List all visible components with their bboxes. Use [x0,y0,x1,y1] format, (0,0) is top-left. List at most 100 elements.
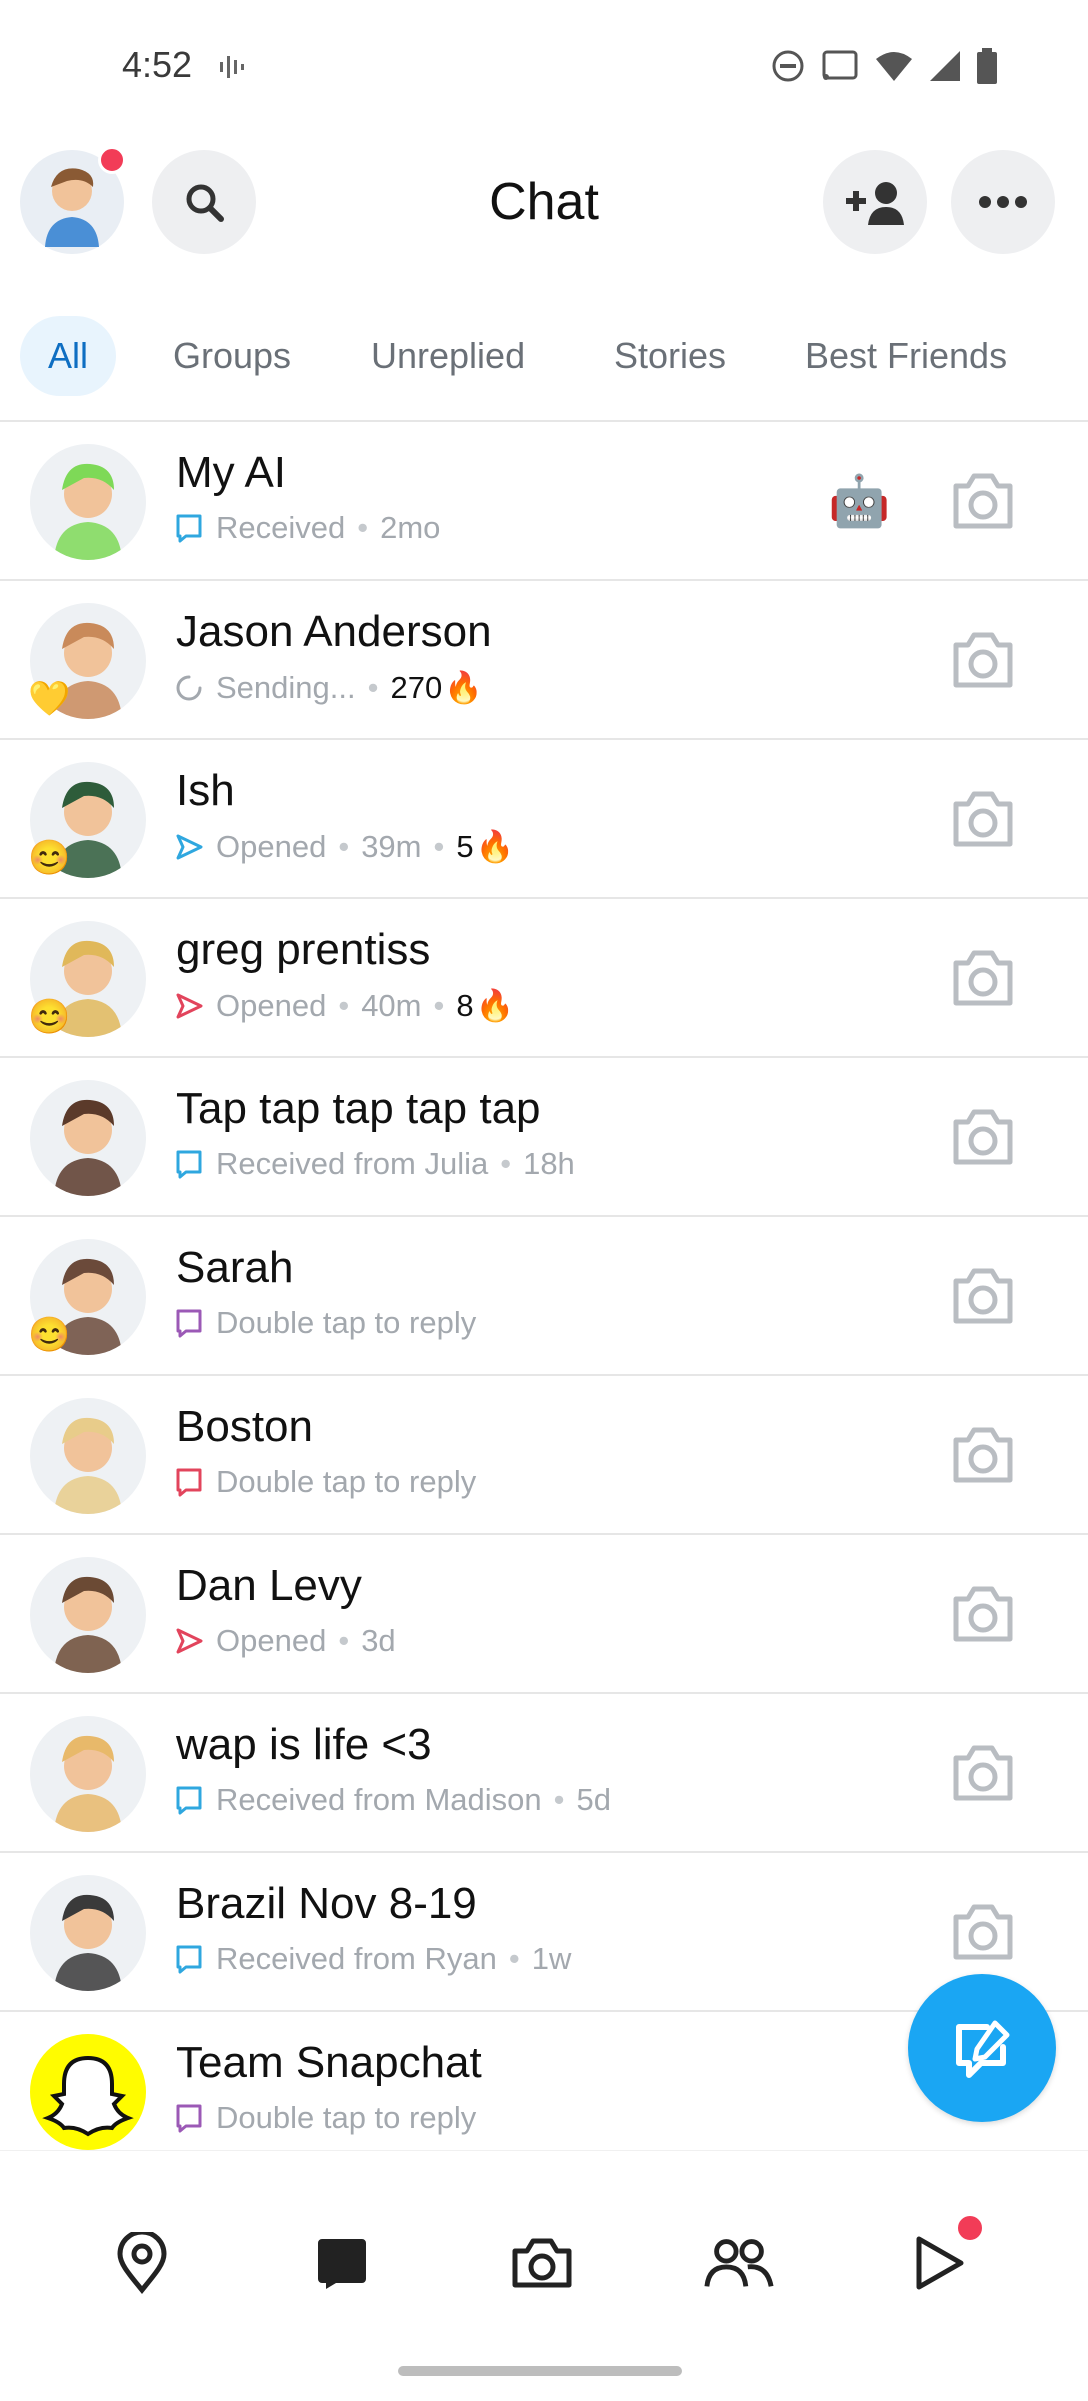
chat-row[interactable]: 😊 Ish Opened • 39m • 5 🔥 [0,738,1088,897]
stories-play-icon [916,2236,964,2290]
chat-time: 18h [523,1146,575,1181]
nav-map[interactable] [106,2227,178,2299]
chat-status-text: Opened [216,987,327,1023]
tab-stories[interactable]: Stories [586,316,754,396]
sound-wave-icon [220,56,244,78]
avatar[interactable] [30,1716,146,1832]
cast-icon [822,50,858,80]
chat-row[interactable]: Tap tap tap tap tap Received from Julia • 1… [0,1056,1088,1215]
reply-camera-icon[interactable] [948,1901,1018,1968]
add-friend-button[interactable] [823,150,927,254]
friend-emoji: 😊 [28,1316,71,1354]
chat-name: Team Snapchat [176,2038,482,2087]
signal-icon [930,51,960,81]
nav-friends[interactable] [703,2227,775,2299]
friend-emoji: 😊 [28,998,71,1036]
nav-camera[interactable] [506,2227,578,2299]
avatar[interactable] [30,2034,146,2150]
reply-camera-icon[interactable] [948,1106,1018,1173]
chat-name: Sarah [176,1243,294,1292]
reply-camera-icon[interactable] [948,629,1018,696]
system-icons [770,48,998,84]
reply-camera-icon[interactable] [948,1583,1018,1650]
chat-name: Tap tap tap tap tap [176,1084,541,1133]
bottom-navigation [0,2150,1088,2401]
tab-groups[interactable]: Groups [145,316,319,396]
chat-status-text: Double tap to reply [216,1464,477,1499]
chat-row[interactable]: Dan Levy Opened • 3d [0,1533,1088,1692]
reply-camera-icon[interactable] [948,1265,1018,1332]
chat-row[interactable]: Boston Double tap to reply [0,1374,1088,1533]
friend-emoji: 😊 [28,839,71,877]
reply-camera-icon[interactable] [948,1424,1018,1491]
home-indicator[interactable] [398,2366,682,2376]
chat-status-text: Double tap to reply [216,1305,477,1340]
chat-status-line: Opened • 39m • 5 🔥 [174,828,514,865]
received-chat-icon [174,2103,204,2133]
chat-status-line: Received from Ryan • 1w [174,1941,571,1977]
chat-name: Ish [176,766,235,815]
chat-row[interactable]: 😊 greg prentiss Opened • 40m • 8 🔥 [0,897,1088,1056]
opened-arrow-icon [174,991,204,1021]
nav-chat[interactable] [306,2227,378,2299]
battery-icon [977,48,997,84]
separator-dot: • [553,1782,565,1817]
chat-list: My AI Received • 2mo 🤖 💛 Jason Anderson Sending… [0,420,1088,2171]
chat-status-line: Double tap to reply [174,2100,476,2136]
chat-header: Chat [0,140,1088,270]
streak-count: 270 [390,669,443,705]
chat-status-line: Opened • 3d [174,1623,396,1659]
separator-dot: • [338,1623,350,1658]
chat-row[interactable]: 😊 Sarah Double tap to reply [0,1215,1088,1374]
chat-name: Boston [176,1402,313,1451]
received-chat-icon [174,1149,204,1179]
reply-camera-icon[interactable] [948,947,1018,1014]
tab-all[interactable]: All [20,316,117,396]
chat-status-text: Double tap to reply [216,2100,477,2135]
add-friend-icon [846,182,904,225]
friend-emoji: 💛 [28,680,71,718]
separator-dot: • [508,1941,520,1976]
received-chat-icon [174,1785,204,1815]
more-icon [979,196,1027,208]
streak-count: 8 [456,987,474,1023]
received-chat-icon [174,513,204,543]
avatar[interactable] [30,1875,146,1991]
separator-dot: • [357,510,369,545]
reply-camera-icon[interactable] [948,788,1018,855]
chat-row[interactable]: 💛 Jason Anderson Sending... • 270 🔥 [0,579,1088,738]
tab-best-friends[interactable]: Best Friends [777,316,1035,396]
stories-notification-dot [955,2213,985,2243]
opened-arrow-icon [174,1626,204,1656]
chat-status-line: Received • 2mo [174,510,440,546]
chat-status-line: Double tap to reply [174,1305,476,1341]
received-chat-icon [174,1308,204,1338]
dnd-icon [772,50,804,82]
avatar[interactable] [30,1557,146,1673]
chat-time: 1w [531,1941,572,1976]
chat-time: 5d [576,1782,611,1817]
chat-time: 39m [361,828,422,864]
avatar[interactable] [30,1398,146,1514]
fire-icon: 🔥 [444,670,483,705]
chat-status-text: Opened [216,1623,327,1658]
reply-camera-icon[interactable] [948,470,1018,537]
reply-camera-icon[interactable] [948,1742,1018,1809]
chat-row[interactable]: Brazil Nov 8-19 Received from Ryan • 1w [0,1851,1088,2010]
chat-status-text: Received [216,510,346,545]
chat-status-line: Opened • 40m • 8 🔥 [174,987,514,1024]
tab-unreplied[interactable]: Unreplied [343,316,553,396]
new-chat-button[interactable] [908,1974,1056,2122]
chat-time: 2mo [380,510,441,545]
avatar[interactable] [30,1080,146,1196]
map-icon [117,2232,167,2294]
chat-name: Brazil Nov 8-19 [176,1879,477,1928]
separator-dot: • [367,669,379,705]
snapchat-ghost-icon [42,2055,134,2137]
chat-row[interactable]: My AI Received • 2mo 🤖 [0,420,1088,579]
more-options-button[interactable] [951,150,1055,254]
chat-row[interactable]: wap is life <3 Received from Madison • 5d [0,1692,1088,1851]
avatar[interactable] [30,444,146,560]
separator-dot: • [338,987,350,1023]
nav-stories[interactable] [903,2213,985,2299]
